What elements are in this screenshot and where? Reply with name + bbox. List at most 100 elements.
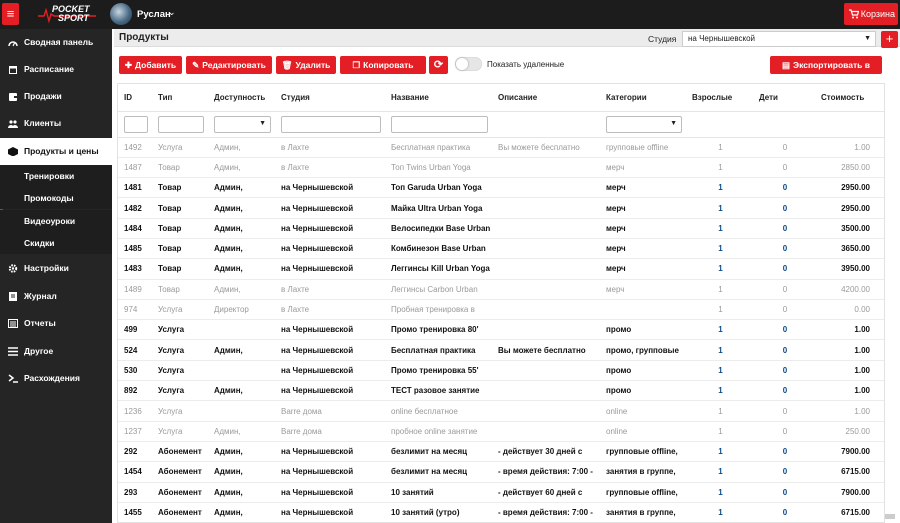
cell-categories: мерч: [600, 177, 686, 199]
filter-name-input[interactable]: [391, 115, 488, 133]
table-row[interactable]: 1487 Товар Админ, в Лахте Топ Twins Urban Yo…: [118, 157, 884, 179]
cell-id: 1454: [118, 461, 152, 483]
sidebar-item-discrepancies[interactable]: Расхождения: [0, 365, 112, 392]
column-header-adults[interactable]: Взрослые: [686, 84, 753, 112]
table-row[interactable]: 1455 Абонемент Админ, на Чернышевской 10 зан…: [118, 502, 884, 522]
sidebar-subitem-discounts[interactable]: Скидки: [0, 232, 112, 254]
sidebar-item-settings[interactable]: Настройки: [0, 255, 112, 282]
table-row[interactable]: 1454 Абонемент Админ, на Чернышевской безлим…: [118, 461, 884, 483]
column-header-children[interactable]: Дети: [753, 84, 815, 112]
sidebar-subitem-label: Скидки: [24, 238, 55, 248]
cell-adults: 1: [686, 380, 753, 402]
column-header-id[interactable]: ID: [118, 84, 152, 112]
table-row[interactable]: 292 Абонемент Админ, на Чернышевской безлими…: [118, 441, 884, 463]
cell-children: 0: [753, 177, 815, 199]
table-row[interactable]: 524 Услуга Админ, на Чернышевской Бесплатная…: [118, 339, 884, 361]
sidebar-item-clients[interactable]: Клиенты: [0, 110, 112, 137]
sidebar-item-dashboard[interactable]: Сводная панель: [0, 29, 112, 56]
table-row[interactable]: 1484 Товар Админ, на Чернышевской Велосипедк…: [118, 218, 884, 239]
show-deleted-toggle[interactable]: [455, 57, 482, 71]
column-header-type[interactable]: Тип: [152, 84, 208, 112]
cell-name: пробное online занятие: [385, 421, 492, 442]
cell-id: 1487: [118, 157, 152, 179]
table-row[interactable]: 1482 Товар Админ, на Чернышевской Майка Ultr…: [118, 197, 884, 219]
cell-studio: на Чернышевской: [275, 258, 385, 280]
add-studio-button[interactable]: +: [881, 31, 898, 48]
refresh-button[interactable]: ⟳: [429, 56, 448, 74]
chevron-down-icon[interactable]: ⌄: [168, 7, 176, 18]
table-row[interactable]: 1485 Товар Админ, на Чернышевской Комбинезон…: [118, 238, 884, 260]
cell-name: безлимит на месяц: [385, 461, 492, 483]
cell-availability: Админ,: [208, 461, 275, 483]
add-button-label: Добавить: [134, 60, 177, 70]
sidebar-item-sales[interactable]: Продажи: [0, 83, 112, 110]
filter-studio-input[interactable]: [281, 115, 381, 133]
users-icon: [8, 120, 18, 128]
column-header-description[interactable]: Описание: [492, 84, 600, 112]
sidebar-item-journal[interactable]: Журнал: [0, 283, 112, 310]
hamburger-icon[interactable]: ≡: [2, 3, 19, 25]
cell-children: 0: [753, 482, 815, 503]
cell-name: Бесплатная практика: [385, 339, 492, 361]
column-header-availability[interactable]: Доступность: [208, 84, 275, 112]
sidebar-item-products[interactable]: Продукты и цены: [0, 138, 112, 165]
table-row[interactable]: 1481 Товар Админ, на Чернышевской Топ Garuda…: [118, 177, 884, 199]
sidebar-subitem-promocodes[interactable]: Промокоды: [0, 187, 112, 209]
gear-icon: [8, 264, 18, 273]
studio-label: Студия: [648, 34, 677, 44]
copy-icon: ❐: [352, 60, 361, 70]
scrollbar[interactable]: [885, 514, 895, 519]
copy-button[interactable]: ❐ Копировать: [340, 56, 426, 74]
cell-type: Услуга: [152, 299, 208, 321]
table-row[interactable]: 892 Услуга Админ, на Чернышевской ТЕСТ разов…: [118, 380, 884, 402]
cell-children: 0: [753, 400, 815, 422]
cell-availability: Админ,: [208, 157, 275, 179]
table-row[interactable]: 530 Услуга на Чернышевской Промо тренировка…: [118, 360, 884, 382]
cart-button[interactable]: Корзина: [844, 3, 898, 25]
cell-price: 2850.00: [815, 157, 884, 179]
cell-id: 292: [118, 441, 152, 463]
filter-id-input[interactable]: [124, 115, 148, 133]
table-row[interactable]: 1492 Услуга Админ, в Лахте Бесплатная практи…: [118, 137, 884, 158]
sidebar-item-schedule[interactable]: Расписание: [0, 56, 112, 83]
column-header-name[interactable]: Название: [385, 84, 492, 112]
sidebar-item-reports[interactable]: Отчеты: [0, 310, 112, 337]
cell-studio: Ваrre дома: [275, 421, 385, 442]
column-header-studio[interactable]: Студия: [275, 84, 385, 112]
table-row[interactable]: 499 Услуга на Чернышевской Промо тренировка…: [118, 319, 884, 341]
sidebar-subitem-trainings[interactable]: Тренировки: [0, 165, 112, 187]
table-row[interactable]: 1237 Услуга Админ, Ваrre дома пробное online…: [118, 421, 884, 442]
sidebar-subitem-videos[interactable]: Видеоуроки: [0, 210, 112, 232]
studio-select[interactable]: на Чернышевской ▼: [682, 31, 876, 47]
cell-adults: 1: [686, 197, 753, 219]
filter-type-input[interactable]: [158, 115, 204, 133]
table-row[interactable]: 293 Абонемент Админ, на Чернышевской 10 заня…: [118, 482, 884, 503]
cell-name: Топ Twins Urban Yoga: [385, 157, 492, 179]
username[interactable]: Руслан: [137, 9, 171, 20]
cell-name: Промо тренировка 80': [385, 319, 492, 341]
column-header-price[interactable]: Стоимость: [815, 84, 884, 112]
table-row[interactable]: 1489 Товар Админ, в Лахте Леггинсы Carbon Ur…: [118, 279, 884, 300]
table-row[interactable]: 1483 Товар Админ, на Чернышевской Леггинсы K…: [118, 258, 884, 280]
add-button[interactable]: ✚ Добавить: [119, 56, 182, 74]
edit-button[interactable]: ✎ Редактировать: [186, 56, 272, 74]
avatar[interactable]: [110, 3, 132, 25]
cell-description: [492, 360, 600, 382]
cell-price: 1.00: [815, 380, 884, 402]
cell-price: 6715.00: [815, 461, 884, 483]
logo[interactable]: POCKET SPORT: [38, 4, 96, 24]
delete-button[interactable]: 🗑 Удалить: [276, 56, 336, 74]
export-excel-button[interactable]: ▤ Экспортировать в Excel: [770, 56, 882, 88]
list-icon: [8, 347, 18, 356]
sidebar-item-other[interactable]: Другое: [0, 338, 112, 365]
show-deleted-label: Показать удаленные: [487, 60, 565, 69]
filter-availability-select[interactable]: ▼: [214, 115, 271, 133]
table-row[interactable]: 1236 Услуга Ваrre дома online бесплатное onl…: [118, 400, 884, 422]
table-row[interactable]: 974 Услуга Директор в Лахте Пробная трениров…: [118, 299, 884, 321]
column-header-categories[interactable]: Категории: [600, 84, 686, 112]
cell-availability: Админ,: [208, 218, 275, 239]
cell-availability: Админ,: [208, 197, 275, 219]
cell-availability: Админ,: [208, 339, 275, 361]
sidebar-item-label: Другое: [24, 346, 54, 356]
filter-categories-select[interactable]: ▼: [606, 115, 682, 133]
